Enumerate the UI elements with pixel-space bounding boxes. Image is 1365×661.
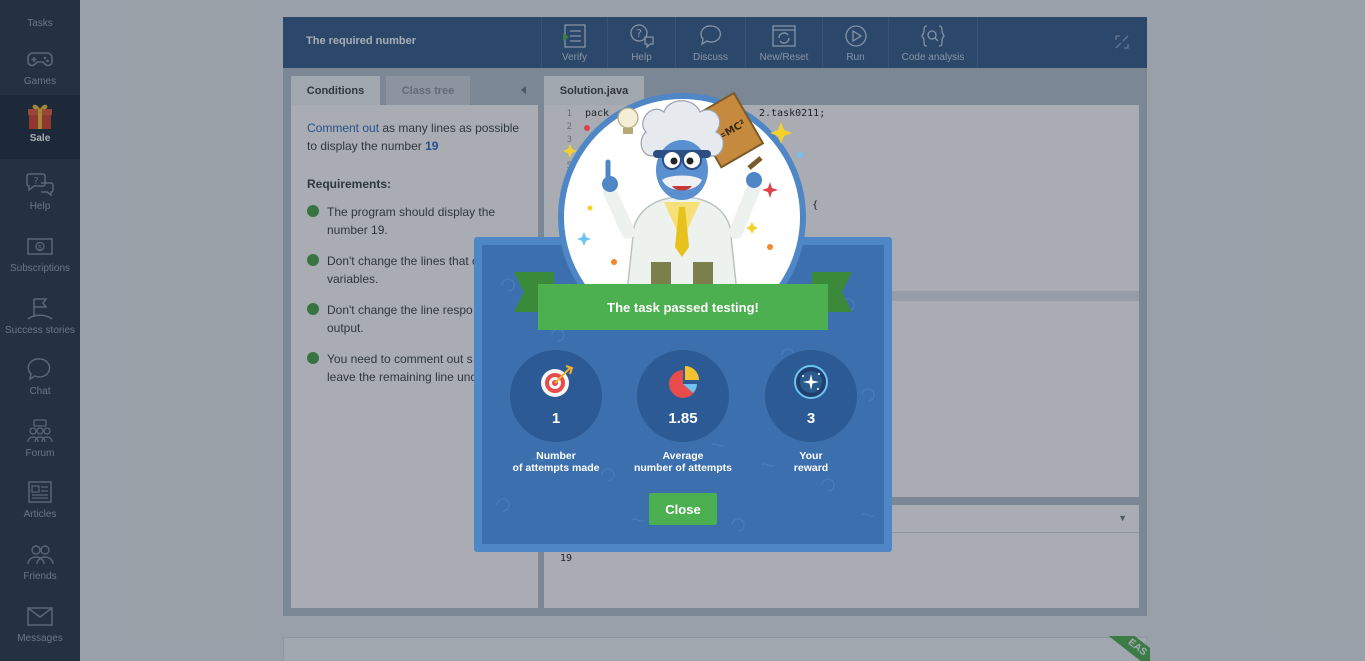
stat-label-line: Average <box>662 450 704 462</box>
banner-title: The task passed testing! <box>607 299 759 315</box>
stat-average: 1.85 <box>637 350 729 442</box>
stat-value: 3 <box>806 410 816 427</box>
stat-label-line: Your <box>799 450 823 462</box>
stat-reward: 3 <box>765 350 857 442</box>
close-button[interactable]: Close <box>649 493 717 525</box>
stat-label-line: Number <box>536 450 576 462</box>
stat-label: Your reward <box>746 450 876 474</box>
stat-label-line: of attempts made <box>512 462 600 474</box>
stat-value: 1.85 <box>668 410 698 427</box>
stat-label-line: number of attempts <box>633 462 732 474</box>
pie-chart-icon <box>669 366 699 398</box>
stat-label: Number of attempts made <box>491 450 621 474</box>
stat-value: 1 <box>551 410 561 427</box>
stat-label-line: reward <box>793 462 829 474</box>
stat-label: Average number of attempts <box>618 450 748 474</box>
galaxy-icon <box>794 365 828 399</box>
professor-illustration: E=MC² <box>558 92 806 302</box>
target-icon <box>541 365 574 397</box>
stat-attempts: 1 <box>510 350 602 442</box>
